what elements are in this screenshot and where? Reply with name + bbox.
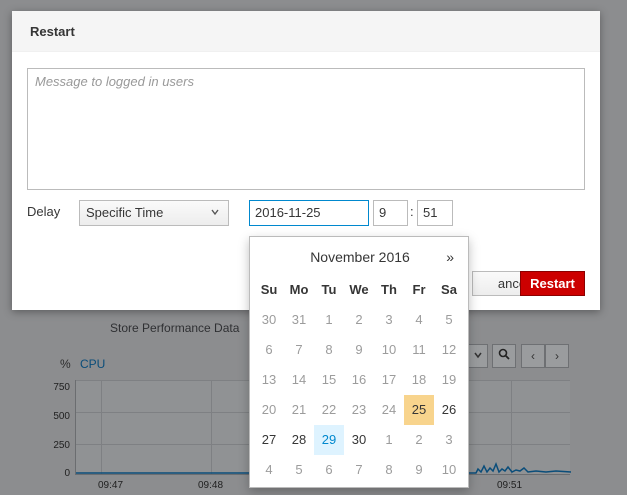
calendar-week: 4 5 6 7 8 9 10 [254,455,464,485]
calendar-day[interactable]: 11 [404,335,434,365]
calendar-day[interactable]: 22 [314,395,344,425]
calendar-day[interactable]: 23 [344,395,374,425]
calendar-day[interactable]: 17 [374,365,404,395]
x-tick: 09:51 [497,480,523,491]
date-input[interactable]: 2016-11-25 [249,200,369,226]
calendar-day[interactable]: 4 [404,305,434,335]
calendar-day[interactable]: 9 [404,455,434,485]
calendar-day[interactable]: 20 [254,395,284,425]
calendar-day[interactable]: 19 [434,365,464,395]
minute-input[interactable]: 51 [417,200,453,226]
y-tick: 250 [53,440,70,451]
datepicker: November 2016 » Su Mo Tu We Th Fr Sa 30 3… [249,236,469,488]
calendar-day[interactable]: 12 [434,335,464,365]
delay-label: Delay [27,204,61,219]
calendar-week: 20 21 22 23 24 25 26 [254,395,464,425]
calendar-day[interactable]: 18 [404,365,434,395]
calendar-day[interactable]: 6 [314,455,344,485]
weekday-label: Su [260,282,278,297]
calendar-day[interactable]: 16 [344,365,374,395]
calendar-day[interactable]: 5 [434,305,464,335]
calendar-day[interactable]: 30 [344,425,374,455]
weekday-row: Su Mo Tu We Th Fr Sa [254,275,464,305]
calendar-day[interactable]: 31 [284,305,314,335]
dialog-title: Restart [12,11,600,52]
y-tick: 750 [53,382,70,393]
calendar-day[interactable]: 2 [344,305,374,335]
calendar-day[interactable]: 6 [254,335,284,365]
calendar-day[interactable]: 2 [404,425,434,455]
calendar-day[interactable]: 10 [374,335,404,365]
calendar-week: 27 28 29 30 1 2 3 [254,425,464,455]
calendar-week: 13 14 15 16 17 18 19 [254,365,464,395]
calendar-day[interactable]: 30 [254,305,284,335]
calendar-week: 6 7 8 9 10 11 12 [254,335,464,365]
y-tick: 0 [64,468,70,479]
calendar-day[interactable]: 13 [254,365,284,395]
weekday-label: We [349,282,369,297]
delay-select[interactable]: Specific Time [79,200,229,226]
time-separator: : [410,204,414,219]
calendar-day[interactable]: 7 [344,455,374,485]
calendar-day[interactable]: 4 [254,455,284,485]
x-tick: 09:48 [198,480,224,491]
calendar-day[interactable]: 1 [374,425,404,455]
x-tick: 09:47 [98,480,124,491]
next-button[interactable]: › [545,344,569,368]
next-month-button[interactable]: » [446,249,454,265]
weekday-label: Tu [321,282,337,297]
datepicker-header: November 2016 » [250,249,468,269]
chevron-down-icon[interactable] [468,344,488,368]
calendar-day[interactable]: 8 [314,335,344,365]
chart-legend: % CPU [60,357,105,371]
calendar-grid: Su Mo Tu We Th Fr Sa 30 31 1 2 3 4 5 6 7 8 9 10 11 12… [254,275,464,485]
weekday-label: Sa [441,282,457,297]
restart-button[interactable]: Restart [520,271,585,296]
chart-series-label: CPU [80,357,106,371]
weekday-label: Th [381,282,397,297]
calendar-day-selected[interactable]: 25 [404,395,434,425]
calendar-day[interactable]: 27 [254,425,284,455]
calendar-day-today[interactable]: 29 [314,425,344,455]
delay-select-value: Specific Time [86,205,164,220]
calendar-day[interactable]: 3 [374,305,404,335]
calendar-day[interactable]: 9 [344,335,374,365]
datepicker-title[interactable]: November 2016 [250,249,470,265]
calendar-day[interactable]: 7 [284,335,314,365]
chevron-down-icon [211,209,219,216]
calendar-day[interactable]: 1 [314,305,344,335]
calendar-week: 30 31 1 2 3 4 5 [254,305,464,335]
calendar-day[interactable]: 10 [434,455,464,485]
section-title: Store Performance Data [110,321,240,335]
weekday-label: Mo [289,282,309,297]
y-tick: 500 [53,411,70,422]
calendar-day[interactable]: 5 [284,455,314,485]
weekday-label: Fr [412,282,426,297]
calendar-day[interactable]: 21 [284,395,314,425]
hour-input[interactable]: 9 [373,200,408,226]
calendar-day[interactable]: 28 [284,425,314,455]
message-input[interactable]: Message to logged in users [27,68,585,190]
chart-unit: % [60,357,71,371]
zoom-icon[interactable] [492,344,516,368]
calendar-day[interactable]: 8 [374,455,404,485]
calendar-day[interactable]: 15 [314,365,344,395]
calendar-day[interactable]: 24 [374,395,404,425]
calendar-day[interactable]: 14 [284,365,314,395]
calendar-day[interactable]: 26 [434,395,464,425]
prev-button[interactable]: ‹ [521,344,545,368]
calendar-day[interactable]: 3 [434,425,464,455]
